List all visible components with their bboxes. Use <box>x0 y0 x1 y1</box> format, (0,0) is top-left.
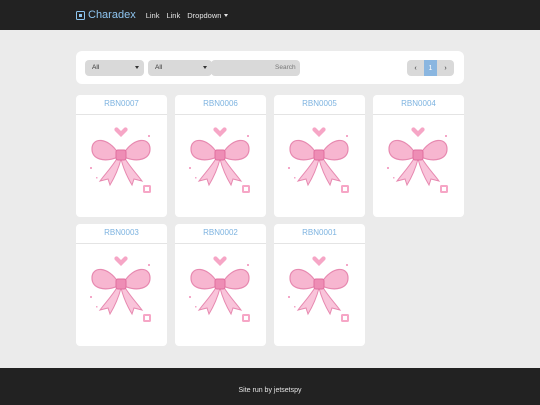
dropdown-toggle[interactable]: Dropdown <box>187 10 229 20</box>
bow-image <box>287 255 350 323</box>
chevron-down-icon <box>135 66 139 69</box>
card-title[interactable]: RBN0004 <box>373 95 464 115</box>
chest-icon <box>76 10 85 20</box>
card-title[interactable]: RBN0001 <box>274 224 365 244</box>
character-card[interactable]: RBN0006 <box>175 95 266 217</box>
card-title[interactable]: RBN0006 <box>175 95 266 115</box>
character-card[interactable]: RBN0002 <box>175 224 266 346</box>
filter-panel: All All Search ‹ 1 › <box>76 51 464 84</box>
card-title[interactable]: RBN0003 <box>76 224 167 244</box>
character-card[interactable]: RBN0004 <box>373 95 464 217</box>
card-title[interactable]: RBN0005 <box>274 95 365 115</box>
filter-select-2-value: All <box>155 64 163 71</box>
bow-image <box>89 126 152 194</box>
next-page-button[interactable]: › <box>437 60 454 76</box>
card-title[interactable]: RBN0002 <box>175 224 266 244</box>
nav-link-2[interactable]: Link <box>166 11 180 20</box>
chevron-down-icon <box>203 66 207 69</box>
bow-image <box>287 126 350 194</box>
caret-down-icon <box>224 14 229 18</box>
card-title[interactable]: RBN0007 <box>76 95 167 115</box>
footer-text: Site run by jetsetspy <box>238 387 302 394</box>
filter-select-1[interactable]: All <box>85 60 144 76</box>
brand-link[interactable]: Charadex <box>76 9 136 21</box>
search-input[interactable]: Search <box>211 60 300 76</box>
bow-image <box>188 255 251 323</box>
search-placeholder: Search <box>275 64 296 71</box>
bow-image <box>89 255 152 323</box>
character-card[interactable]: RBN0003 <box>76 224 167 346</box>
character-card[interactable]: RBN0001 <box>274 224 365 346</box>
filter-select-1-value: All <box>92 64 100 71</box>
prev-page-button[interactable]: ‹ <box>407 60 424 76</box>
character-card[interactable]: RBN0005 <box>274 95 365 217</box>
navbar: Charadex Link Link Dropdown <box>0 0 540 30</box>
filter-select-2[interactable]: All <box>148 60 212 76</box>
character-card[interactable]: RBN0007 <box>76 95 167 217</box>
pagination: ‹ 1 › <box>407 60 454 76</box>
bow-image <box>188 126 251 194</box>
bow-image <box>386 126 449 194</box>
footer: Site run by jetsetspy <box>0 368 540 405</box>
dropdown-label: Dropdown <box>187 10 222 20</box>
nav-link-1[interactable]: Link <box>146 11 160 20</box>
page-1-button[interactable]: 1 <box>424 60 437 76</box>
brand-label: Charadex <box>88 9 136 21</box>
